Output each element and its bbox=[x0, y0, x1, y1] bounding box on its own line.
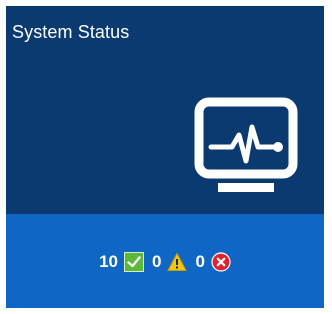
status-summary-bar: 10 0 0 bbox=[6, 214, 324, 308]
error-count: 0 bbox=[195, 252, 205, 271]
ok-count: 10 bbox=[99, 252, 118, 271]
monitor-heartbeat-icon bbox=[194, 97, 298, 192]
system-status-tile[interactable]: System Status 10 0 0 bbox=[6, 6, 324, 308]
check-icon bbox=[123, 252, 144, 272]
status-counts: 10 0 0 bbox=[6, 214, 324, 308]
tile-title: System Status bbox=[12, 22, 130, 42]
warning-icon bbox=[167, 252, 187, 272]
error-icon bbox=[211, 252, 231, 272]
warning-count: 0 bbox=[151, 252, 162, 271]
